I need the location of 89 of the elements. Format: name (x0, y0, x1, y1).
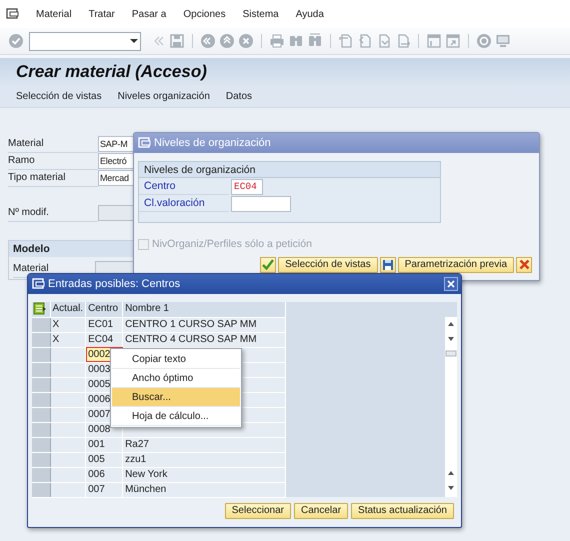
table-cell[interactable]: 001 (86, 437, 123, 452)
table-cell[interactable]: 007 (86, 482, 123, 497)
menu-item[interactable]: Tratar (88, 6, 115, 22)
system-menu-icon[interactable] (6, 8, 19, 20)
dialog-button[interactable]: Selección de vistas (278, 256, 378, 273)
find-next-icon[interactable] (307, 33, 323, 49)
check-icon (262, 259, 274, 270)
screen-title: Crear material (Acceso) (0, 58, 570, 85)
table-cell (50, 347, 86, 362)
row-selector[interactable] (32, 422, 50, 437)
table-cell (50, 482, 86, 497)
first-page-icon[interactable] (338, 33, 354, 49)
row-selector[interactable] (32, 377, 50, 392)
help-icon[interactable] (476, 33, 492, 49)
exit-icon[interactable] (219, 33, 235, 49)
confirm-button[interactable] (260, 256, 276, 273)
print-icon[interactable] (269, 33, 285, 49)
dialog-button[interactable]: Status actualización (351, 503, 454, 519)
new-session-icon[interactable] (426, 33, 442, 49)
find-icon[interactable] (288, 33, 304, 49)
row-selector[interactable] (32, 437, 50, 452)
dialog-button[interactable]: Parametrización previa (398, 256, 514, 273)
table-cell[interactable]: EC04 (86, 332, 123, 347)
field-label: Cl.valoración (139, 195, 229, 212)
row-selector[interactable] (32, 362, 50, 377)
previous-page-icon[interactable] (357, 33, 373, 49)
enter-icon[interactable] (8, 33, 24, 49)
column-settings-icon[interactable] (33, 302, 47, 316)
dialog-title: Niveles de organización (154, 136, 271, 151)
table-cell: X (50, 332, 86, 347)
row-selector[interactable] (32, 467, 50, 482)
table-cell: New York (122, 467, 286, 482)
row-selector[interactable] (32, 347, 50, 362)
back-icon[interactable] (200, 33, 216, 49)
save-icon[interactable] (169, 33, 185, 49)
cancel-icon[interactable] (238, 33, 254, 49)
monitor-icon[interactable] (495, 33, 511, 49)
table-cell: CENTRO 4 CURSO SAP MM (122, 332, 286, 347)
table-cell[interactable]: EC01 (86, 317, 123, 332)
table-cell (50, 407, 86, 422)
group-title: Niveles de organización (139, 162, 440, 178)
table-cell (50, 437, 86, 452)
input-field[interactable]: EC04 (231, 178, 263, 194)
table-cell (50, 467, 86, 482)
toolbar-button[interactable]: Datos (226, 88, 252, 104)
table-cell (50, 452, 86, 467)
input-field[interactable] (231, 196, 291, 212)
toolbar-button[interactable]: Niveles organización (118, 88, 210, 104)
table-cell (50, 362, 86, 377)
dialog-title: Entradas posibles: Centros (48, 276, 182, 292)
window-icon (138, 137, 151, 149)
window-icon (32, 278, 45, 290)
field-label: Centro (139, 178, 229, 195)
table-cell: CENTRO 1 CURSO SAP MM (122, 317, 286, 332)
table-cell[interactable]: 005 (86, 452, 123, 467)
toolbar-button[interactable]: Selección de vistas (16, 88, 102, 104)
table-cell: München (122, 482, 286, 497)
close-icon (447, 280, 455, 288)
dialog-button[interactable]: Cancelar (294, 503, 348, 519)
menu-item[interactable]: Material (36, 6, 72, 22)
table-cell: Ra27 (122, 437, 286, 452)
menu-item[interactable]: Opciones (183, 6, 226, 22)
row-selector[interactable] (32, 482, 50, 497)
row-selector[interactable] (32, 332, 50, 347)
table-cell[interactable]: 006 (86, 467, 123, 482)
row-selector[interactable] (32, 407, 50, 422)
table-cell (50, 392, 86, 407)
menu-item[interactable]: Pasar a (132, 6, 166, 22)
cancel-button[interactable] (516, 256, 532, 273)
menu-item[interactable]: Ayuda (296, 6, 324, 22)
command-field[interactable] (29, 32, 141, 50)
menu-item[interactable]: Sistema (242, 6, 279, 22)
shortcut-icon[interactable] (445, 33, 461, 49)
column-header[interactable]: Actual. (50, 302, 86, 317)
column-header[interactable]: Nombre 1 (122, 302, 286, 317)
table-cell: zzu1 (122, 452, 286, 467)
save-icon (382, 258, 394, 271)
scrollbar[interactable] (445, 317, 457, 497)
save-button[interactable] (380, 256, 396, 273)
dialog-button[interactable]: Seleccionar (224, 503, 292, 519)
close-button[interactable] (444, 277, 458, 291)
row-selector[interactable] (32, 452, 50, 467)
column-header[interactable]: Centro (86, 302, 123, 317)
table-cell (50, 377, 86, 392)
menu-item[interactable]: Buscar... (112, 388, 240, 407)
row-selector[interactable] (32, 392, 50, 407)
table-cell: X (50, 317, 86, 332)
cancel-icon (518, 259, 530, 270)
table-cell (50, 422, 86, 437)
